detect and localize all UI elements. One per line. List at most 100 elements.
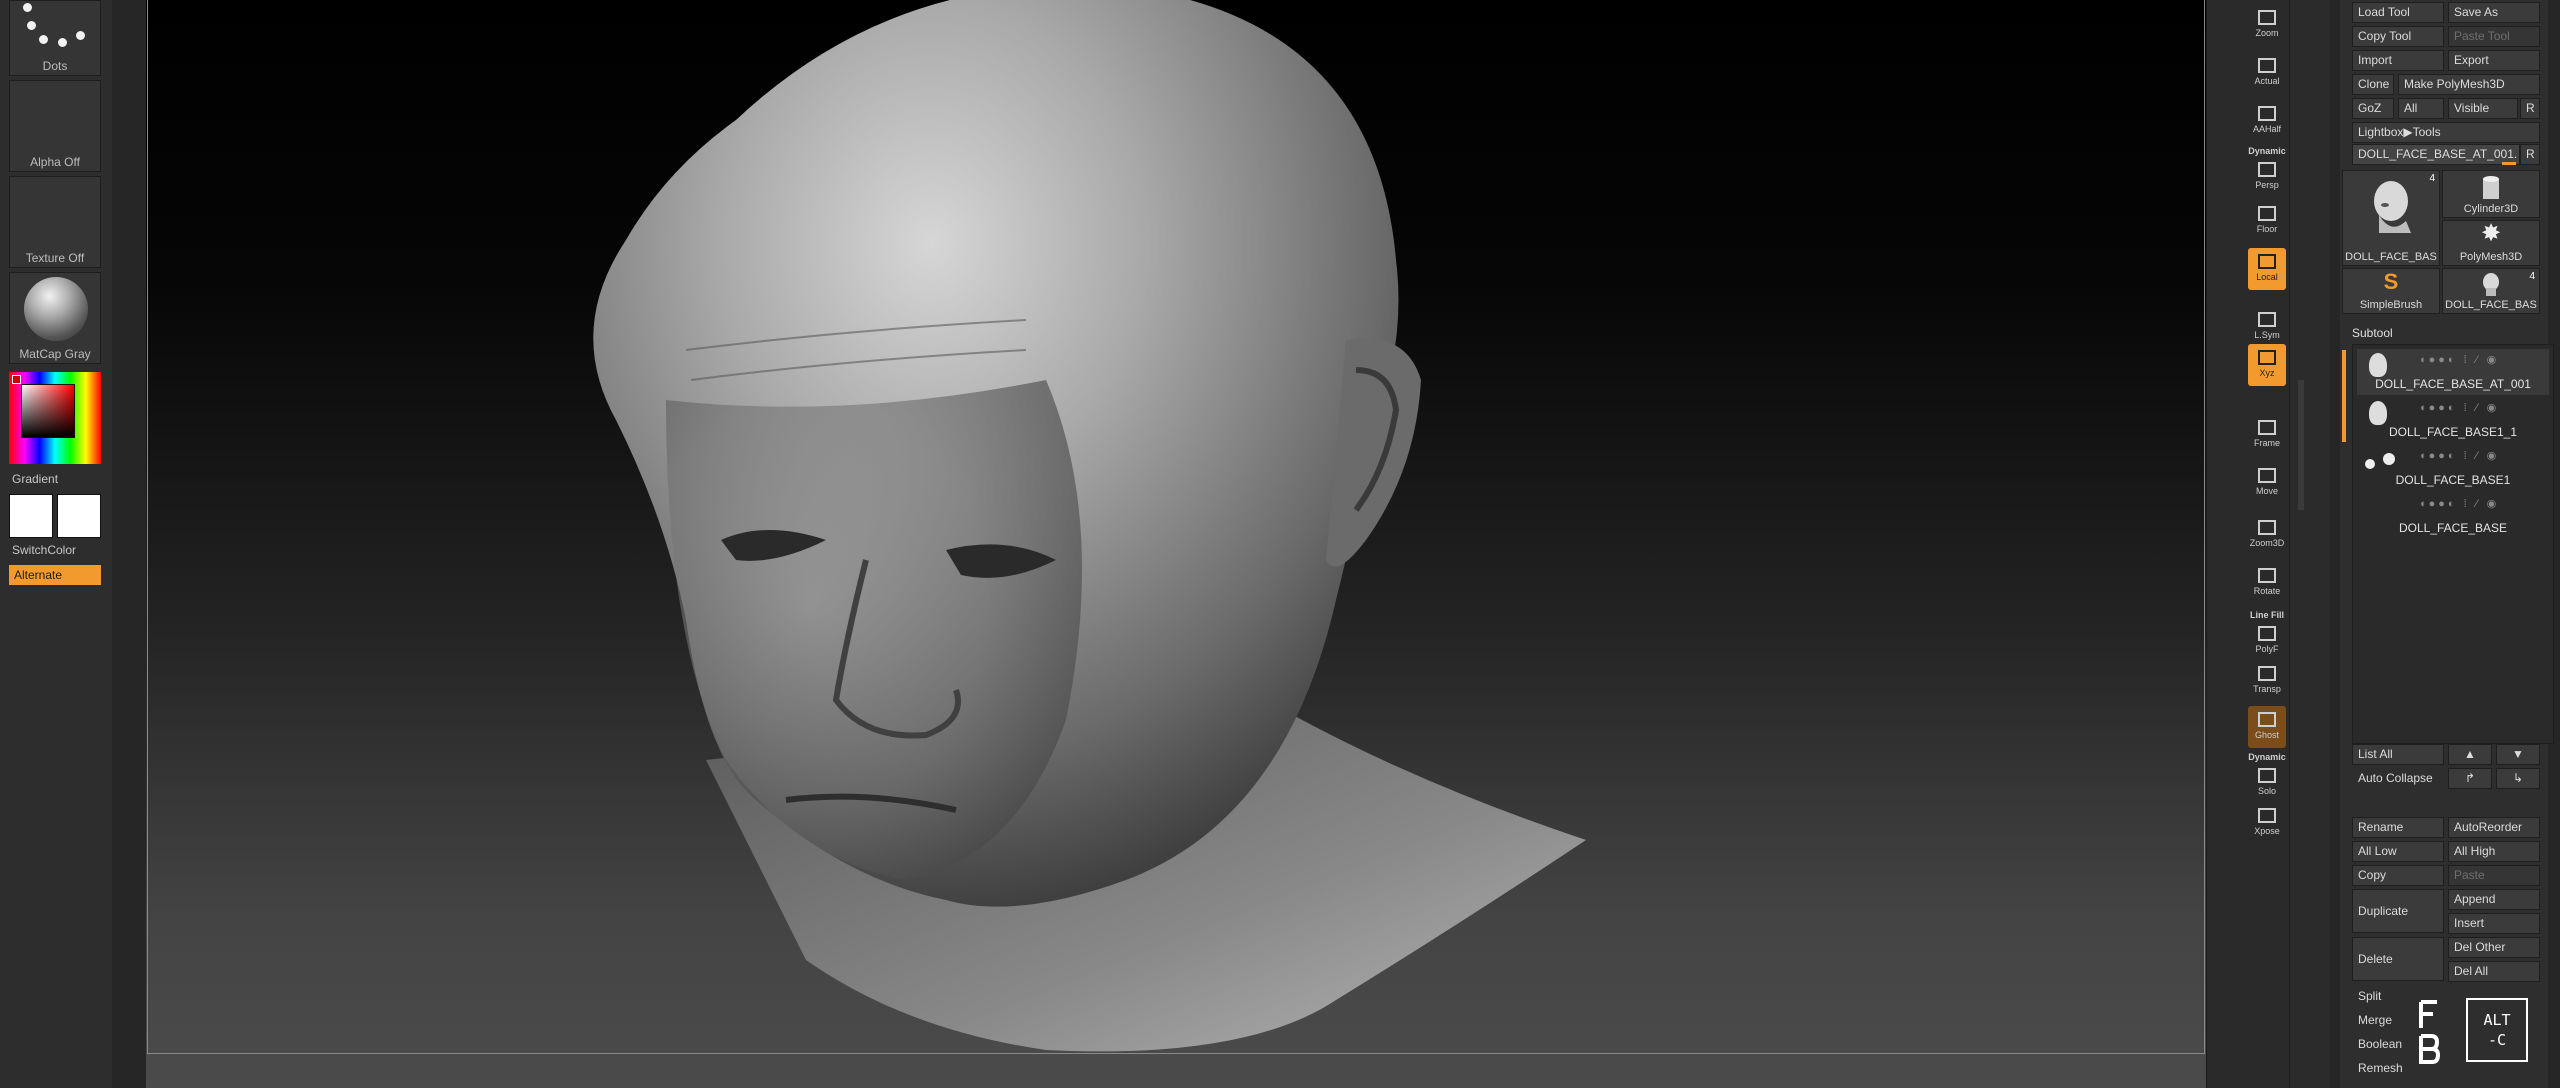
lsym-icon [2258,312,2276,327]
color-picker[interactable] [9,372,101,464]
export-button[interactable]: Export [2448,50,2540,71]
rotate-button[interactable]: Rotate [2248,562,2286,604]
shelf-button-label: Persp [2255,180,2279,190]
make-polymesh-button[interactable]: Make PolyMesh3D [2398,74,2540,95]
subtool-controls[interactable]: ◖●●◐ ⁞ ⁄ ◉ [2419,401,2499,414]
paste-subtool-button[interactable]: Paste [2448,865,2540,886]
solo-button[interactable]: Dynamic Solo [2248,752,2286,796]
transp-icon [2258,666,2276,681]
subtool-item[interactable]: ◖●●◐ ⁞ ⁄ ◉ DOLL_FACE_BASE_AT_001 [2357,349,2549,395]
alternate-button[interactable]: Alternate [9,565,101,585]
subtool-arrow-up-icon[interactable]: ↱ [2448,768,2492,789]
local-icon [2258,254,2276,269]
lightbox-tools-button[interactable]: Lightbox▶Tools [2352,122,2540,143]
save-as-button[interactable]: Save As [2448,2,2540,23]
duplicate-button[interactable]: Duplicate [2352,889,2444,933]
polyf-icon [2258,626,2276,641]
document-viewport[interactable] [146,0,2206,1088]
tool-thumb-polymesh[interactable]: ✸ PolyMesh3D [2442,220,2540,266]
copy-subtool-button[interactable]: Copy [2352,865,2444,886]
persp-button[interactable]: Dynamic Persp [2248,146,2286,190]
all-high-button[interactable]: All High [2448,841,2540,862]
transp-button[interactable]: Transp [2248,660,2286,702]
stroke-dot [27,21,36,30]
current-tool-r-button[interactable]: R [2520,144,2540,165]
shelf-scrollbar[interactable] [2298,380,2304,510]
subtool-header[interactable]: Subtool [2352,326,2393,340]
del-other-button[interactable]: Del Other [2448,937,2540,958]
polyf-button[interactable]: Line Fill PolyF [2248,610,2286,654]
tool-thumb-doll-face[interactable]: 4 DOLL_FACE_BAS [2342,170,2440,266]
import-button[interactable]: Import [2352,50,2444,71]
material-selector[interactable]: MatCap Gray [9,272,101,364]
lsym-button[interactable]: L.Sym [2248,306,2286,348]
switchcolor-label[interactable]: SwitchColor [12,543,76,557]
main-color-swatch[interactable] [9,494,53,538]
local-button[interactable]: Local [2248,248,2286,290]
actual-button[interactable]: Actual [2248,52,2286,94]
goz-r-button[interactable]: R [2520,98,2540,119]
autoreorder-button[interactable]: AutoReorder [2448,817,2540,838]
zoom-button[interactable]: Zoom [2248,4,2286,46]
aahalf-button[interactable]: AAHalf [2248,100,2286,142]
clone-button[interactable]: Clone [2352,74,2394,95]
texture-selector[interactable]: Texture Off [9,176,101,268]
floor-button[interactable]: Floor [2248,200,2286,242]
subtool-up-arrow-icon[interactable]: ▲ [2448,744,2492,765]
color-marker-icon [12,375,21,384]
stroke-selector[interactable]: Dots [9,0,101,76]
goz-button[interactable]: GoZ [2352,98,2394,119]
goz-visible-button[interactable]: Visible [2448,98,2518,119]
subtool-controls[interactable]: ◖●●◐ ⁞ ⁄ ◉ [2419,449,2499,462]
tool-thumb-cylinder[interactable]: Cylinder3D [2442,170,2540,218]
subtool-controls[interactable]: ◖●●◐ ⁞ ⁄ ◉ [2419,353,2499,366]
move-button[interactable]: Move [2248,462,2286,504]
subtool-thumb-icon [2365,459,2375,469]
all-low-button[interactable]: All Low [2352,841,2444,862]
subtool-selection-accent [2342,350,2346,442]
color-saturation-square[interactable] [21,384,75,438]
tool-thumb-simplebrush[interactable]: S SimpleBrush [2342,268,2440,314]
shelf-button-label: Frame [2253,438,2280,448]
alpha-selector[interactable]: Alpha Off [9,80,101,172]
load-tool-button[interactable]: Load Tool [2352,2,2444,23]
delete-button[interactable]: Delete [2352,937,2444,981]
insert-button[interactable]: Insert [2448,913,2540,934]
paste-tool-button[interactable]: Paste Tool [2448,26,2540,47]
tool-thumb-count: 4 [2429,173,2435,184]
left-shelf: Dots Alpha Off Texture Off MatCap Gray G… [0,0,113,1088]
subtool-list[interactable]: ◖●●◐ ⁞ ⁄ ◉ DOLL_FACE_BASE_AT_001 ◖●●◐ ⁞ … [2352,344,2554,744]
rename-button[interactable]: Rename [2352,817,2444,838]
shelf-button-label: PolyF [2255,644,2279,654]
list-all-button[interactable]: List All [2352,744,2444,765]
tool-thumb-count: 4 [2529,271,2535,282]
tool-thumb-doll-face-2[interactable]: 4 DOLL_FACE_BAS [2442,268,2540,314]
auto-collapse-button[interactable]: Auto Collapse [2352,768,2444,789]
frame-button[interactable]: Frame [2248,414,2286,456]
subtool-name: DOLL_FACE_BASE1 [2395,473,2511,487]
ghost-button[interactable]: Ghost [2248,706,2286,748]
append-button[interactable]: Append [2448,889,2540,910]
del-all-button[interactable]: Del All [2448,961,2540,982]
tool-thumb-label: PolyMesh3D [2459,251,2523,263]
subtool-controls[interactable]: ◖●●◐ ⁞ ⁄ ◉ [2419,497,2499,510]
xyz-button[interactable]: Xyz [2248,344,2286,386]
copy-tool-button[interactable]: Copy Tool [2352,26,2444,47]
subtool-arrow-down-icon[interactable]: ↳ [2496,768,2540,789]
subtool-down-arrow-icon[interactable]: ▼ [2496,744,2540,765]
tool-palette-panel: Load Tool Save As Copy Tool Paste Tool I… [2340,0,2554,1088]
subtool-item[interactable]: ◖●●◐ ⁞ ⁄ ◉ DOLL_FACE_BASE1_1 [2357,397,2549,443]
zoom3d-button[interactable]: Zoom3D [2248,514,2286,556]
tool-thumb-label: DOLL_FACE_BAS [2345,251,2437,263]
subtool-thumb-icon [2369,401,2387,425]
current-tool-slider[interactable]: DOLL_FACE_BASE_AT_001. 48 [2352,144,2520,165]
xpose-button[interactable]: Xpose [2248,802,2286,844]
sculpted-head-model[interactable] [146,0,2206,1088]
rotate-icon [2258,568,2276,583]
secondary-color-swatch[interactable] [57,494,101,538]
subtool-item[interactable]: ◖●●◐ ⁞ ⁄ ◉ DOLL_FACE_BASE [2357,493,2549,539]
shelf-button-label: Zoom [2255,28,2279,38]
shelf-button-label: AAHalf [2252,124,2281,134]
goz-all-button[interactable]: All [2398,98,2444,119]
subtool-item[interactable]: ◖●●◐ ⁞ ⁄ ◉ DOLL_FACE_BASE1 [2357,445,2549,491]
